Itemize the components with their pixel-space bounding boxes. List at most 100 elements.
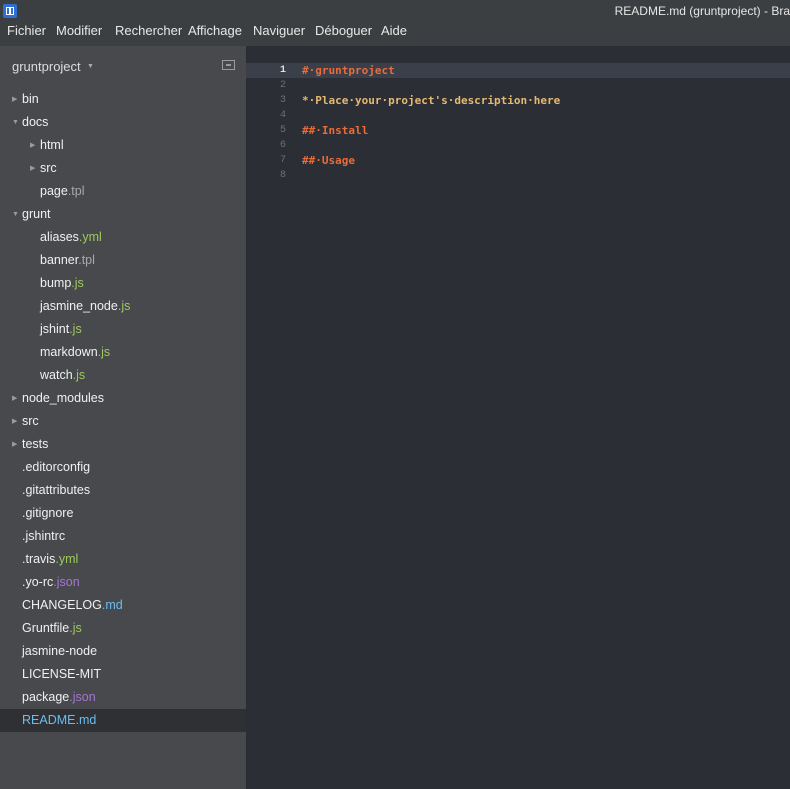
markdown-heading: ##·Install (302, 124, 369, 137)
tree-file[interactable]: banner.tpl (0, 249, 246, 272)
tree-folder[interactable]: ▶ node_modules (0, 387, 246, 410)
menu-fichier[interactable]: Fichier (7, 23, 46, 38)
tree-file[interactable]: LICENSE-MIT (0, 663, 246, 686)
tree-file[interactable]: page.tpl (0, 180, 246, 203)
brackets-app-icon[interactable] (3, 4, 17, 18)
file-name: src (40, 161, 57, 175)
tree-item-label: tests (22, 433, 48, 456)
menu-aide[interactable]: Aide (381, 23, 407, 38)
tree-item-label: .yo-rc.json (22, 571, 80, 594)
file-name: aliases (40, 230, 79, 244)
editor-line[interactable]: 7 ##·Usage (246, 153, 790, 168)
split-view-icon[interactable] (222, 60, 235, 70)
tree-folder[interactable]: ▼ docs (0, 111, 246, 134)
expand-arrow-icon[interactable]: ▼ (12, 111, 19, 134)
tree-file[interactable]: .gitattributes (0, 479, 246, 502)
tree-item-label: .jshintrc (22, 525, 65, 548)
tree-item-label: grunt (22, 203, 51, 226)
editor-line[interactable]: 4 (246, 108, 790, 123)
editor-line[interactable]: 1 #·gruntproject (246, 63, 790, 78)
collapse-arrow-icon[interactable]: ▶ (12, 433, 17, 456)
tree-file[interactable]: jshint.js (0, 318, 246, 341)
editor-line[interactable]: 3 *·Place·your·project's·description·here (246, 93, 790, 108)
editor-line[interactable]: 5 ##·Install (246, 123, 790, 138)
file-name: grunt (22, 207, 51, 221)
tree-file[interactable]: README.md (0, 709, 246, 732)
tree-file[interactable]: .gitignore (0, 502, 246, 525)
tree-item-label: src (40, 157, 57, 180)
collapse-arrow-icon[interactable]: ▶ (12, 88, 17, 111)
file-extension: .yml (78, 230, 102, 244)
file-name: page (40, 184, 68, 198)
expand-arrow-icon[interactable]: ▼ (12, 203, 19, 226)
tree-item-label: .travis.yml (22, 548, 78, 571)
tree-file[interactable]: watch.js (0, 364, 246, 387)
tree-item-label: CHANGELOG.md (22, 594, 123, 617)
markdown-heading: ##·Usage (302, 154, 355, 167)
tree-file[interactable]: jasmine_node.js (0, 295, 246, 318)
menu-deboguer[interactable]: Déboguer (315, 23, 372, 38)
tree-folder[interactable]: ▼ grunt (0, 203, 246, 226)
tree-file[interactable]: package.json (0, 686, 246, 709)
file-extension: .js (69, 621, 82, 635)
tree-file[interactable]: bump.js (0, 272, 246, 295)
line-number: 6 (279, 140, 286, 151)
tree-item-label: jshint.js (40, 318, 82, 341)
menu-bar: Fichier Modifier Rechercher Affichage Na… (0, 22, 790, 46)
tree-folder[interactable]: ▶ tests (0, 433, 246, 456)
tree-item-label: jasmine_node.js (40, 295, 130, 318)
tree-file[interactable]: jasmine-node (0, 640, 246, 663)
tree-item-label: html (40, 134, 64, 157)
tree-file[interactable]: .travis.yml (0, 548, 246, 571)
caret-down-icon[interactable]: ▼ (87, 63, 94, 70)
tree-folder[interactable]: ▶ bin (0, 88, 246, 111)
file-name: node_modules (22, 391, 105, 405)
tree-file[interactable]: CHANGELOG.md (0, 594, 246, 617)
title-bar: README.md (gruntproject) - Bra (0, 0, 790, 22)
tree-folder[interactable]: ▶ src (0, 157, 246, 180)
tree-folder[interactable]: ▶ src (0, 410, 246, 433)
code-editor[interactable]: 1 #·gruntproject 2 3 *·Place·your·project's·… (246, 46, 790, 789)
menu-modifier[interactable]: Modifier (56, 23, 102, 38)
tree-item-label: bump.js (40, 272, 84, 295)
collapse-arrow-icon[interactable]: ▶ (30, 157, 35, 180)
tree-file[interactable]: .yo-rc.json (0, 571, 246, 594)
editor-line[interactable]: 6 (246, 138, 790, 153)
editor-line[interactable]: 8 (246, 168, 790, 183)
line-number: 3 (279, 95, 286, 106)
tree-item-label: watch.js (40, 364, 85, 387)
markdown-text: *·Place·your·project's·description·here (302, 94, 561, 107)
collapse-arrow-icon[interactable]: ▶ (12, 410, 17, 433)
tree-item-label: bin (22, 88, 39, 111)
file-name: LICENSE-MIT (22, 667, 102, 681)
tree-file[interactable]: markdown.js (0, 341, 246, 364)
tree-folder[interactable]: ▶ html (0, 134, 246, 157)
tree-item-label: aliases.yml (40, 226, 102, 249)
file-name: .travis (22, 552, 56, 566)
file-extension: .js (72, 368, 86, 382)
file-extension: .js (69, 322, 82, 336)
menu-rechercher[interactable]: Rechercher (115, 23, 182, 38)
collapse-arrow-icon[interactable]: ▶ (12, 387, 17, 410)
file-name: src (22, 414, 39, 428)
file-name: markdown (40, 345, 98, 359)
tree-file[interactable]: .editorconfig (0, 456, 246, 479)
menu-affichage[interactable]: Affichage (188, 23, 242, 38)
tree-file[interactable]: Gruntfile.js (0, 617, 246, 640)
tree-file[interactable]: aliases.yml (0, 226, 246, 249)
tree-item-label: .editorconfig (22, 456, 90, 479)
editor-line[interactable]: 2 (246, 78, 790, 93)
menu-naviguer[interactable]: Naviguer (253, 23, 305, 38)
collapse-arrow-icon[interactable]: ▶ (30, 134, 35, 157)
file-extension: .js (97, 345, 111, 359)
project-dropdown[interactable]: gruntproject (12, 59, 81, 74)
file-extension: .json (69, 690, 96, 704)
file-name: banner (40, 253, 79, 267)
file-name: .yo-rc (22, 575, 54, 589)
file-name: watch (40, 368, 73, 382)
tree-file[interactable]: .jshintrc (0, 525, 246, 548)
markdown-heading: #·gruntproject (302, 64, 395, 77)
file-name: bump (40, 276, 72, 290)
file-name: jshint (40, 322, 70, 336)
line-code: ##·Install (302, 123, 368, 138)
